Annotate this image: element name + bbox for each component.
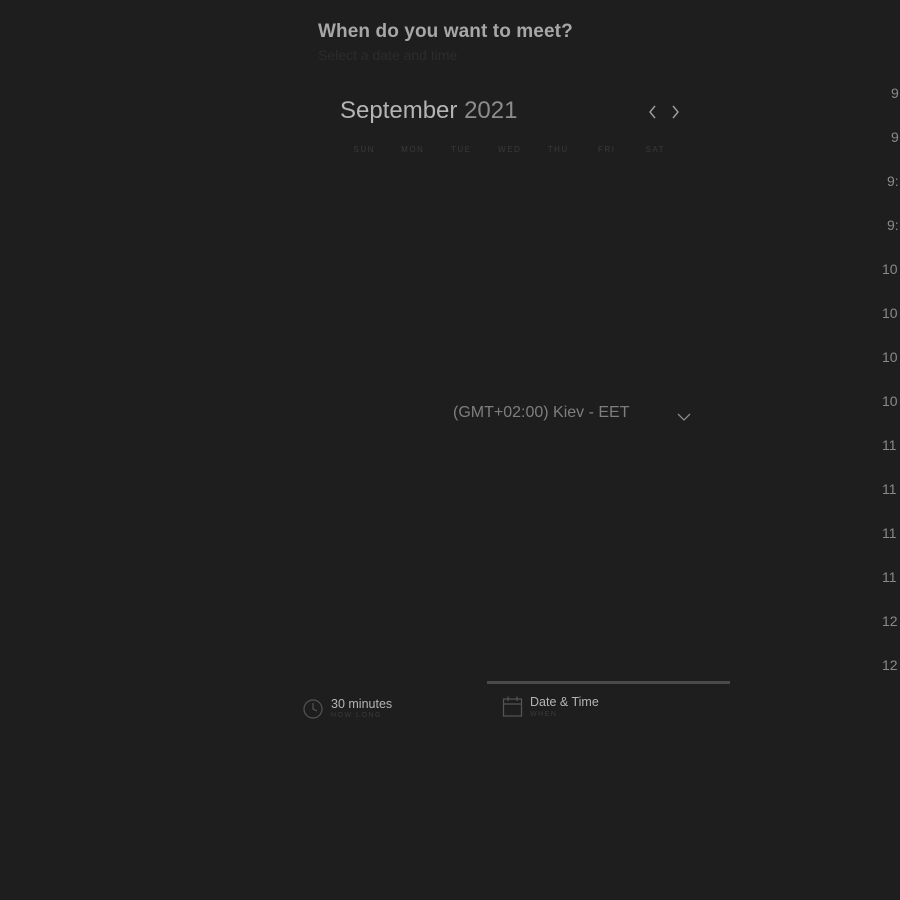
chevron-down-icon [677, 409, 691, 427]
step-duration-title: 30 minutes [331, 697, 393, 711]
step-date-time-subtitle: WHEN [530, 711, 558, 718]
chevron-left-icon [645, 102, 661, 122]
weekday-label: SAT [645, 145, 665, 154]
time-slot[interactable]: 9 [891, 129, 900, 145]
time-slot[interactable]: 11 [882, 437, 900, 453]
step-date-time[interactable]: Date & Time WHEN [502, 695, 682, 725]
weekday-label: SUN [353, 145, 375, 154]
time-slot[interactable]: 10 [882, 305, 900, 321]
time-slot[interactable]: 9: [887, 217, 900, 233]
step-duration[interactable]: 30 minutes HOW LONG [302, 697, 482, 727]
previous-month-button[interactable] [645, 102, 661, 122]
calendar-month: September [340, 97, 458, 124]
clock-icon [302, 697, 324, 724]
time-slot[interactable]: 12 [882, 613, 900, 629]
calendar-year: 2021 [464, 97, 518, 124]
page-subtitle: Select a date and time [318, 47, 458, 63]
time-slot[interactable]: 12 [882, 657, 900, 673]
time-slot[interactable]: 10 [882, 261, 900, 277]
calendar-month-title: September 2021 [340, 97, 517, 125]
calendar-icon [502, 695, 524, 724]
timezone-select[interactable]: (GMT+02:00) Kiev - EET [453, 403, 693, 425]
time-slot[interactable]: 11 [882, 525, 900, 541]
step-progress-indicator [487, 681, 730, 684]
weekday-label: THU [547, 145, 569, 154]
weekday-header: SUN MON TUE WED THU FRI SAT [340, 145, 680, 154]
time-slot[interactable]: 10 [882, 393, 900, 409]
weekday-label: TUE [451, 145, 472, 154]
weekday-label: MON [401, 145, 425, 154]
chevron-right-icon [667, 102, 683, 122]
step-duration-subtitle: HOW LONG [331, 712, 382, 719]
timezone-value: (GMT+02:00) Kiev - EET [453, 404, 630, 421]
time-slot[interactable]: 11 [882, 481, 900, 497]
time-slot-list: 9 9 9: 9: 10 10 10 10 11 11 11 11 12 12 [878, 0, 900, 700]
time-slot[interactable]: 11 [882, 569, 900, 585]
weekday-label: WED [498, 145, 522, 154]
page-title: When do you want to meet? [318, 21, 573, 42]
time-slot[interactable]: 9 [891, 85, 900, 101]
weekday-label: FRI [598, 145, 616, 154]
time-slot[interactable]: 9: [887, 173, 900, 189]
scheduler-page: When do you want to meet? Select a date … [0, 0, 900, 900]
next-month-button[interactable] [667, 102, 683, 122]
time-slot[interactable]: 10 [882, 349, 900, 365]
step-date-time-title: Date & Time [530, 695, 599, 709]
